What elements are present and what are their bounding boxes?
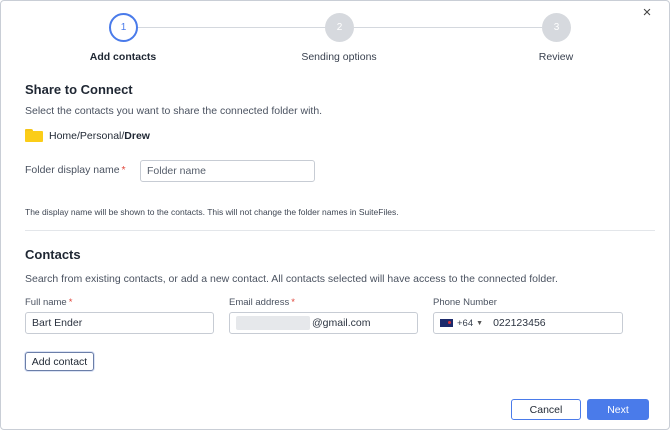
step-1-label: Add contacts <box>89 51 157 63</box>
add-contact-button[interactable]: Add contact <box>25 352 94 371</box>
share-dialog: × 1 Add contacts 2 Sending options 3 Rev… <box>0 0 670 430</box>
step-3-label: Review <box>538 51 574 63</box>
folder-icon <box>25 129 43 142</box>
phone-country-code[interactable]: +64 <box>457 318 473 329</box>
step-2-circle[interactable]: 2 <box>325 13 354 42</box>
nz-flag-icon[interactable] <box>440 319 453 327</box>
email-label: Email address * <box>229 297 295 308</box>
display-name-hint: The display name will be shown to the co… <box>25 207 399 217</box>
contacts-title: Contacts <box>25 247 81 262</box>
email-input[interactable]: @gmail.com <box>229 312 418 334</box>
section-divider <box>25 230 655 231</box>
stepper: 1 Add contacts 2 Sending options 3 Revie… <box>1 13 670 65</box>
folder-display-name-label: Folder display name * <box>25 164 126 176</box>
step-2-label: Sending options <box>301 51 377 63</box>
phone-input[interactable]: +64 ▼ 022123456 <box>433 312 623 334</box>
folder-path: Home/Personal/Drew <box>49 129 150 142</box>
step-3-circle[interactable]: 3 <box>542 13 571 42</box>
next-button[interactable]: Next <box>587 399 649 420</box>
folder-name-input[interactable]: Folder name <box>140 160 315 182</box>
full-name-label: Full name * <box>25 297 73 308</box>
step-1-circle[interactable]: 1 <box>109 13 138 42</box>
share-description: Select the contacts you want to share th… <box>25 105 323 117</box>
contacts-description: Search from existing contacts, or add a … <box>25 273 558 285</box>
chevron-down-icon[interactable]: ▼ <box>476 320 483 327</box>
step-connector-2 <box>354 27 542 28</box>
full-name-input[interactable]: Bart Ender <box>25 312 214 334</box>
phone-number-value[interactable]: 022123456 <box>493 317 546 329</box>
phone-label: Phone Number <box>433 297 497 308</box>
redacted-email-user <box>236 316 310 330</box>
cancel-button[interactable]: Cancel <box>511 399 581 420</box>
step-connector-1 <box>138 27 326 28</box>
required-mark: * <box>121 164 126 176</box>
share-title: Share to Connect <box>25 82 133 97</box>
folder-path-row: Home/Personal/Drew <box>25 129 150 142</box>
